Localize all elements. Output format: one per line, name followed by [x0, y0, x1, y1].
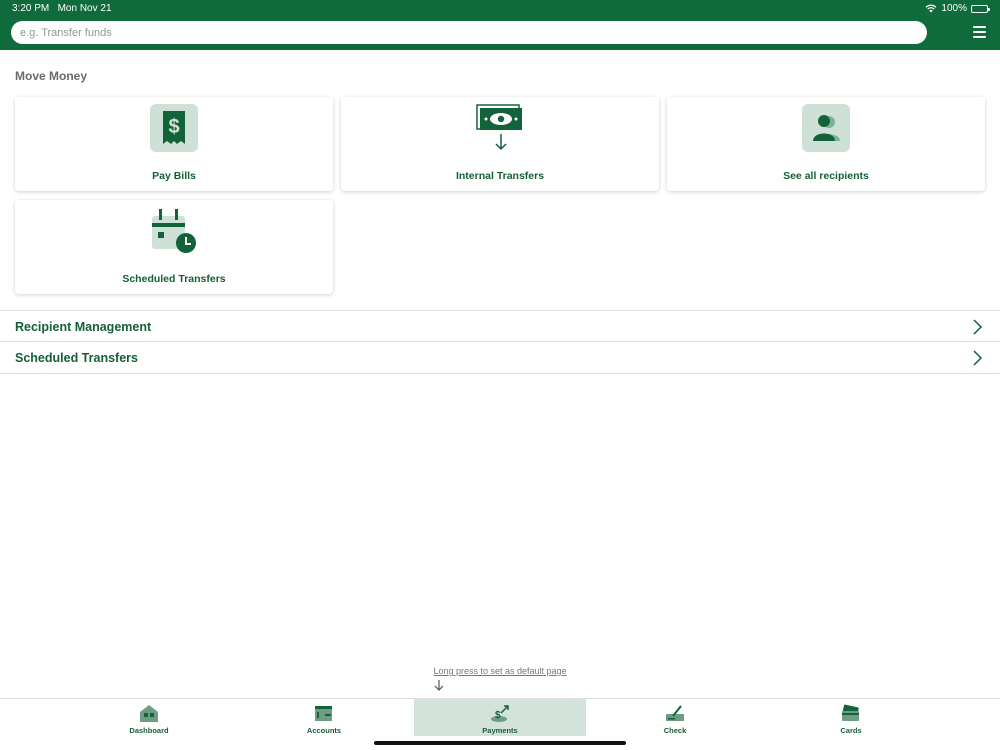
recipients-icon — [802, 104, 850, 152]
arrow-down-icon — [434, 680, 444, 691]
dashboard-icon — [140, 705, 158, 722]
menu-icon[interactable] — [973, 26, 986, 38]
accounts-icon — [315, 706, 332, 721]
tile-label: See all recipients — [783, 170, 869, 182]
row-label: Scheduled Transfers — [15, 351, 138, 365]
tile-label: Scheduled Transfers — [122, 273, 226, 285]
bill-receipt-icon: $ — [150, 104, 198, 152]
chevron-right-icon — [973, 350, 983, 366]
calendar-clock-icon — [152, 209, 196, 253]
tile-internal-transfers[interactable]: Internal Transfers — [341, 97, 659, 191]
status-date: Mon Nov 21 — [57, 3, 112, 14]
svg-text:$: $ — [168, 116, 179, 138]
tab-label: Dashboard — [129, 726, 169, 735]
tile-label: Internal Transfers — [455, 170, 545, 182]
search-input[interactable] — [11, 21, 927, 44]
cards-icon — [842, 704, 859, 721]
tile-label: Pay Bills — [152, 170, 196, 182]
home-indicator — [374, 741, 626, 745]
chevron-right-icon — [973, 319, 983, 335]
tab-label: Cards — [840, 726, 862, 735]
svg-text:$: $ — [495, 710, 501, 721]
section-title: Move Money — [15, 69, 88, 83]
status-time-clock: 3:20 PM — [12, 3, 50, 14]
tile-pay-bills[interactable]: $ Pay Bills — [15, 97, 333, 191]
tile-scheduled-transfers[interactable]: Scheduled Transfers — [15, 200, 333, 294]
default-page-hint: Long press to set as default page — [433, 666, 567, 676]
tile-see-all-recipients[interactable]: See all recipients — [667, 97, 985, 191]
tab-payments[interactable]: $ Payments — [414, 699, 586, 736]
row-recipient-management[interactable]: Recipient Management — [0, 310, 1000, 342]
row-scheduled-transfers[interactable]: Scheduled Transfers — [0, 342, 1000, 374]
battery-percent: 100% — [941, 3, 967, 14]
status-time: 3:20 PM Mon Nov 21 — [12, 3, 112, 14]
tab-cards[interactable]: Cards — [765, 699, 937, 736]
tab-label: Payments — [482, 726, 518, 735]
tab-accounts[interactable]: Accounts — [238, 699, 410, 736]
check-deposit-icon — [666, 705, 684, 721]
app-header: 3:20 PM Mon Nov 21 100% — [0, 0, 1000, 50]
cash-transfer-icon — [476, 104, 522, 151]
battery-icon — [971, 4, 990, 13]
tab-dashboard[interactable]: Dashboard — [63, 699, 235, 736]
row-label: Recipient Management — [15, 320, 152, 334]
payments-icon: $ — [491, 705, 509, 722]
tab-label: Check — [663, 726, 687, 735]
tab-label: Accounts — [306, 726, 342, 735]
status-indicators: 100% — [925, 3, 990, 14]
wifi-icon — [926, 4, 937, 13]
tab-check[interactable]: Check — [589, 699, 761, 736]
